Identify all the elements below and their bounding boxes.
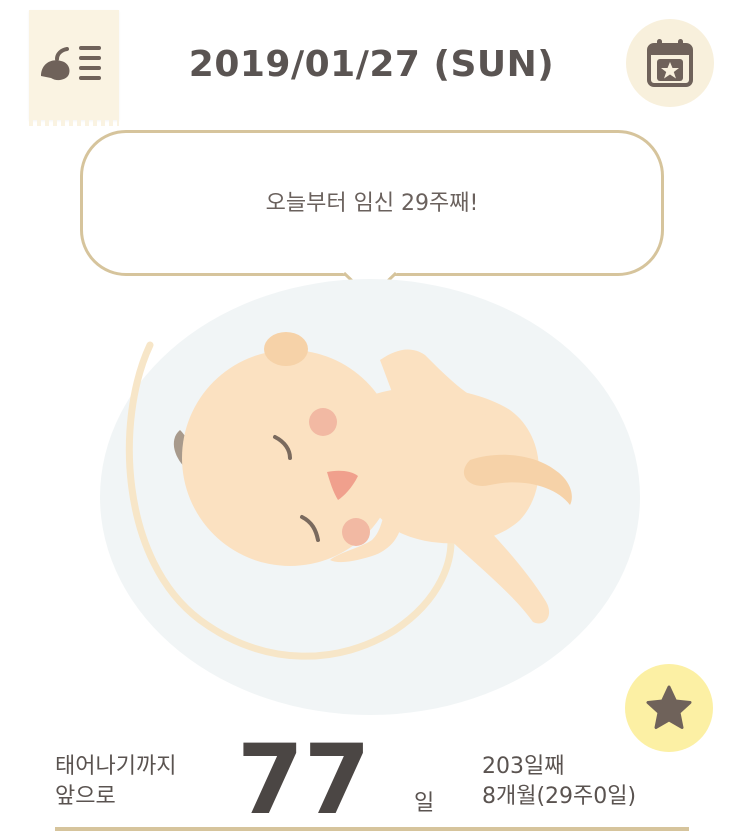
star-icon <box>646 685 692 729</box>
countdown-label: 태어나기까지 앞으로 <box>55 752 176 812</box>
pregnancy-progress: 203일째 8개월(29주0일) <box>482 752 636 812</box>
days-remaining: 77 <box>237 724 371 836</box>
days-unit: 일 <box>414 791 435 816</box>
countdown-label-line1: 태어나기까지 <box>55 754 177 779</box>
countdown-label-line2: 앞으로 <box>55 784 116 809</box>
month-week: 8개월(29주0일) <box>482 784 637 809</box>
day-count: 203일째 <box>482 754 565 779</box>
favorite-button[interactable] <box>625 664 713 752</box>
bottom-divider <box>55 827 689 831</box>
